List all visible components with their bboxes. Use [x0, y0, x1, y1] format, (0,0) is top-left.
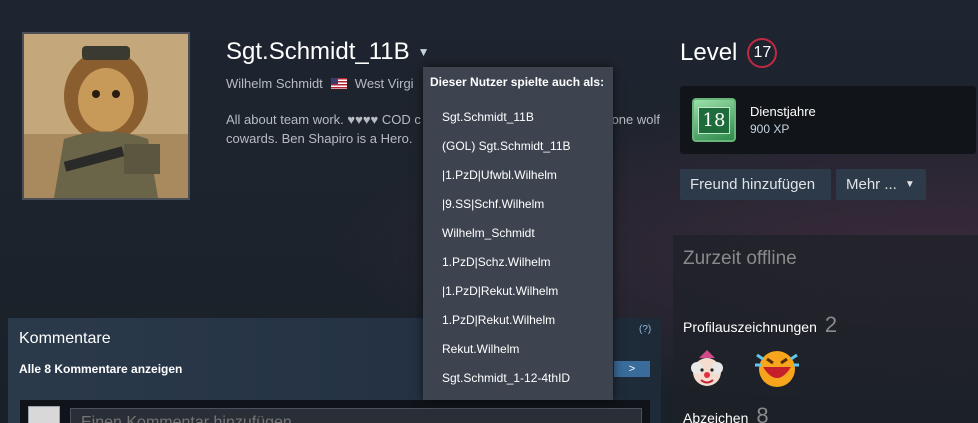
years-of-service-badge: 18 — [692, 98, 736, 142]
profile-avatar[interactable] — [22, 32, 190, 200]
alias-item[interactable]: Rekut.Wilhelm — [423, 335, 613, 364]
location: West Virgi — [354, 76, 414, 91]
profile-awards-heading[interactable]: Profilauszeichnungen 2 — [683, 312, 837, 338]
badge-title: Dienstjahre — [750, 104, 816, 119]
more-button-label: Mehr ... — [846, 176, 897, 193]
alias-item[interactable]: |9.SS|Schf.Wilhelm — [423, 190, 613, 219]
next-page-button[interactable]: > — [614, 361, 650, 377]
caret-down-icon: ▼ — [904, 179, 915, 190]
level-badge: 17 — [747, 38, 778, 68]
alias-header: Dieser Nutzer spielte auch als: — [430, 75, 605, 89]
comment-input[interactable] — [70, 408, 642, 423]
level-label: Level — [680, 39, 738, 66]
alias-item[interactable]: Wilhelm_Schmidt — [423, 219, 613, 248]
view-all-comments-link[interactable]: Alle 8 Kommentare anzeigen — [19, 362, 182, 376]
summary-line-1: All about team work. ♥♥♥♥ COD c — [226, 112, 421, 127]
more-button[interactable]: Mehr ... ▼ — [836, 169, 926, 200]
alias-item[interactable]: 1.PzD|Rekut.Wilhelm — [423, 306, 613, 335]
lion-soldier-avatar — [24, 34, 188, 198]
us-flag-icon — [330, 78, 347, 89]
add-friend-button[interactable]: Freund hinzufügen — [680, 169, 831, 200]
commenter-avatar — [28, 406, 60, 423]
awards-count: 2 — [824, 312, 838, 337]
real-name: Wilhelm Schmidt — [226, 76, 323, 91]
alias-item[interactable]: Sgt.Schmidt_1-12-4thID — [423, 364, 613, 393]
real-name-row: Wilhelm Schmidt West Virgi — [226, 76, 414, 91]
alias-history-dropdown: Dieser Nutzer spielte auch als: Sgt.Schm… — [423, 67, 613, 400]
comment-entry — [20, 400, 650, 423]
alias-item[interactable]: Sgt.Schmidt_11B — [423, 103, 613, 132]
badges-heading[interactable]: Abzeichen 8 — [683, 403, 769, 423]
persona-name-text: Sgt.Schmidt_11B — [226, 38, 410, 65]
alias-item[interactable]: 1.PzD|Schz.Wilhelm — [423, 248, 613, 277]
status-panel: Zurzeit offline Profilauszeichnungen 2 A… — [673, 235, 978, 423]
comments-title: Kommentare — [19, 330, 111, 347]
alias-item[interactable]: |1.PzD|Ufwbl.Wilhelm — [423, 161, 613, 190]
badges-count: 8 — [756, 403, 769, 423]
badge-xp: 900 XP — [750, 122, 790, 136]
alias-item[interactable]: |1.PzD|Rekut.Wilhelm — [423, 277, 613, 306]
years-badge-number: 18 — [697, 106, 731, 134]
awards-label: Profilauszeichnungen — [683, 319, 817, 335]
summary-line-1-tail: one wolf — [611, 112, 660, 127]
persona-name: Sgt.Schmidt_11B ▼ — [226, 38, 430, 66]
online-status: Zurzeit offline — [683, 248, 797, 269]
laughing-face-award-icon[interactable] — [753, 345, 801, 389]
clown-award-icon[interactable] — [687, 350, 727, 390]
help-icon[interactable]: (?) — [639, 324, 651, 335]
alias-item[interactable]: (GOL) Sgt.Schmidt_11B — [423, 132, 613, 161]
level-block: Level 17 — [680, 38, 778, 68]
caret-down-icon[interactable]: ▼ — [418, 45, 430, 59]
badges-label: Abzeichen — [683, 410, 749, 423]
featured-badge-card[interactable]: 18 Dienstjahre 900 XP — [680, 86, 976, 154]
